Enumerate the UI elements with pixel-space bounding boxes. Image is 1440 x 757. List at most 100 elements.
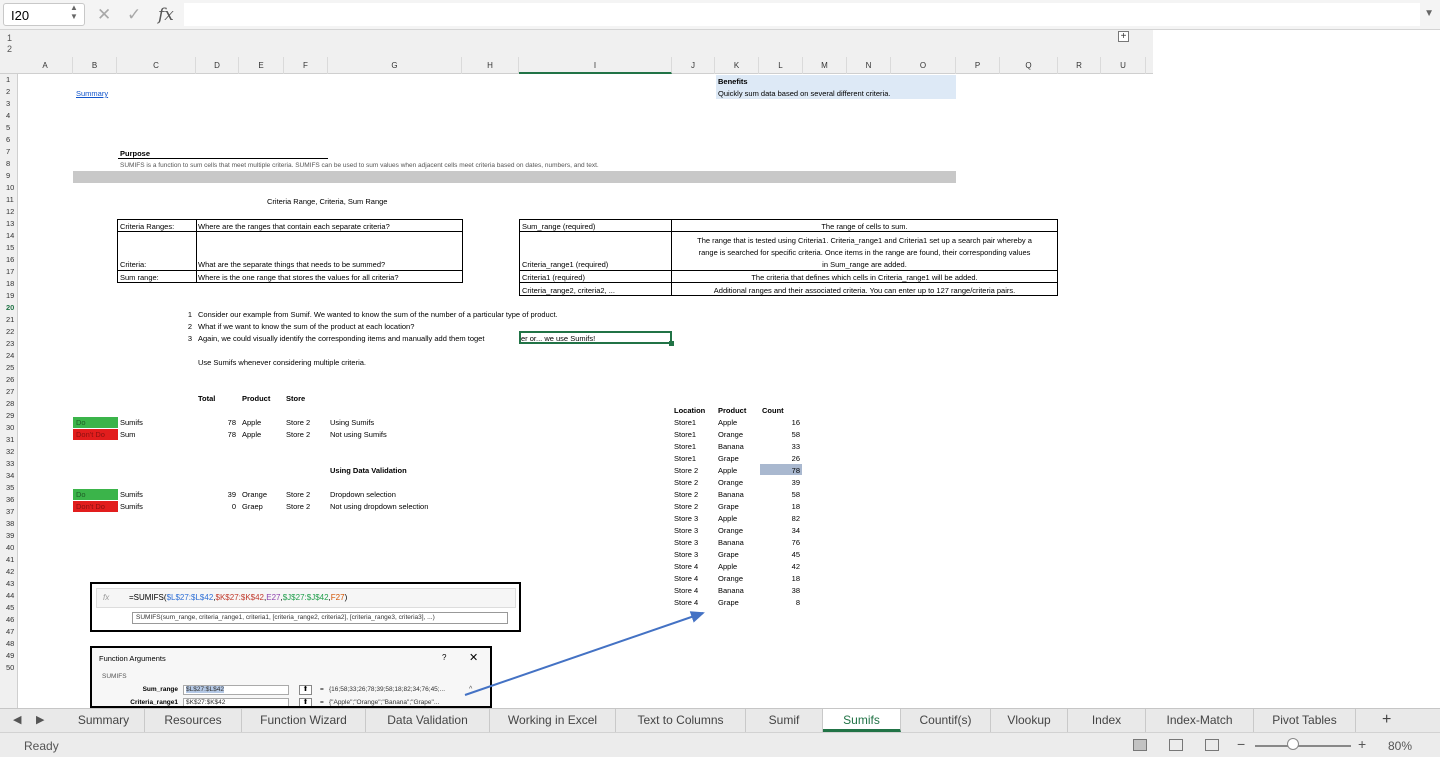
row-header-19[interactable]: 19 — [0, 290, 17, 302]
row-header-27[interactable]: 27 — [0, 386, 17, 398]
row-header-28[interactable]: 28 — [0, 398, 17, 410]
normal-view-icon[interactable] — [1133, 739, 1147, 751]
row-header-48[interactable]: 48 — [0, 638, 17, 650]
row-header-37[interactable]: 37 — [0, 506, 17, 518]
row-header-13[interactable]: 13 — [0, 218, 17, 230]
sheet-tab-data-validation[interactable]: Data Validation — [366, 709, 490, 732]
column-header-c[interactable]: C — [117, 57, 196, 74]
sheet-tab-sumif[interactable]: Sumif — [746, 709, 823, 732]
row-header-14[interactable]: 14 — [0, 230, 17, 242]
row-header-10[interactable]: 10 — [0, 182, 17, 194]
row-header-32[interactable]: 32 — [0, 446, 17, 458]
zoom-slider-track[interactable] — [1255, 745, 1351, 747]
column-header-q[interactable]: Q — [1000, 57, 1058, 74]
sheet-tab-vlookup[interactable]: Vlookup — [991, 709, 1068, 732]
expand-formula-bar-icon[interactable]: ▼ — [1424, 8, 1434, 19]
row-header-30[interactable]: 30 — [0, 422, 17, 434]
sheet-tab-sumifs[interactable]: Sumifs — [823, 709, 901, 732]
zoom-out-icon[interactable]: − — [1237, 736, 1245, 752]
row-header-15[interactable]: 15 — [0, 242, 17, 254]
sheet-tab-resources[interactable]: Resources — [145, 709, 242, 732]
next-sheet-icon[interactable]: ▶ — [36, 713, 44, 726]
outline-level-2-button[interactable]: 2 — [7, 44, 12, 54]
row-header-7[interactable]: 7 — [0, 146, 17, 158]
column-header-n[interactable]: N — [847, 57, 891, 74]
sheet-tab-summary[interactable]: Summary — [63, 709, 145, 732]
expand-group-icon[interactable]: + — [1118, 31, 1129, 42]
page-layout-view-icon[interactable] — [1169, 739, 1183, 751]
row-header-35[interactable]: 35 — [0, 482, 17, 494]
row-header-47[interactable]: 47 — [0, 626, 17, 638]
row-header-25[interactable]: 25 — [0, 362, 17, 374]
row-header-16[interactable]: 16 — [0, 254, 17, 266]
sheet-tab-index[interactable]: Index — [1068, 709, 1146, 732]
prev-sheet-icon[interactable]: ◀ — [13, 713, 21, 726]
column-header-i[interactable]: I — [519, 57, 672, 74]
page-break-view-icon[interactable] — [1205, 739, 1219, 751]
sheet-tab-pivot-tables[interactable]: Pivot Tables — [1254, 709, 1356, 732]
cancel-icon[interactable]: ✕ — [97, 5, 111, 25]
column-header-e[interactable]: E — [239, 57, 284, 74]
column-header-l[interactable]: L — [759, 57, 803, 74]
row-header-8[interactable]: 8 — [0, 158, 17, 170]
row-header-5[interactable]: 5 — [0, 122, 17, 134]
sheet-tab-index-match[interactable]: Index-Match — [1146, 709, 1254, 732]
row-header-2[interactable]: 2 — [0, 86, 17, 98]
name-box-stepper-icon[interactable]: ▲ ▼ — [70, 3, 78, 21]
row-header-29[interactable]: 29 — [0, 410, 17, 422]
sheet-tab-function-wizard[interactable]: Function Wizard — [242, 709, 366, 732]
zoom-in-icon[interactable]: + — [1358, 736, 1366, 752]
column-header-b[interactable]: B — [73, 57, 117, 74]
row-header-11[interactable]: 11 — [0, 194, 17, 206]
confirm-icon[interactable]: ✓ — [127, 5, 141, 25]
summary-link[interactable]: Summary — [76, 88, 108, 99]
row-header-4[interactable]: 4 — [0, 110, 17, 122]
column-header-u[interactable]: U — [1101, 57, 1146, 74]
fill-handle[interactable] — [669, 341, 674, 346]
row-header-41[interactable]: 41 — [0, 554, 17, 566]
column-header-h[interactable]: H — [462, 57, 519, 74]
column-header-m[interactable]: M — [803, 57, 847, 74]
column-header-r[interactable]: R — [1058, 57, 1101, 74]
row-header-23[interactable]: 23 — [0, 338, 17, 350]
row-header-3[interactable]: 3 — [0, 98, 17, 110]
row-header-50[interactable]: 50 — [0, 662, 17, 674]
column-header-p[interactable]: P — [956, 57, 1000, 74]
add-sheet-icon[interactable]: + — [1382, 711, 1391, 729]
zoom-slider-thumb[interactable] — [1287, 738, 1300, 750]
insert-function-icon[interactable]: fx — [158, 5, 174, 25]
row-header-40[interactable]: 40 — [0, 542, 17, 554]
row-header-12[interactable]: 12 — [0, 206, 17, 218]
row-header-20[interactable]: 20 — [0, 302, 17, 314]
row-header-34[interactable]: 34 — [0, 470, 17, 482]
row-header-1[interactable]: 1 — [0, 74, 17, 86]
row-header-45[interactable]: 45 — [0, 602, 17, 614]
row-header-21[interactable]: 21 — [0, 314, 17, 326]
column-header-g[interactable]: G — [328, 57, 462, 74]
row-header-6[interactable]: 6 — [0, 134, 17, 146]
row-header-26[interactable]: 26 — [0, 374, 17, 386]
row-header-42[interactable]: 42 — [0, 566, 17, 578]
column-header-f[interactable]: F — [284, 57, 328, 74]
row-header-44[interactable]: 44 — [0, 590, 17, 602]
column-header-o[interactable]: O — [891, 57, 956, 74]
sheet-tab-text-to-columns[interactable]: Text to Columns — [616, 709, 746, 732]
formula-input[interactable] — [184, 3, 1420, 26]
sheet-tab-working-in-excel[interactable]: Working in Excel — [490, 709, 616, 732]
row-header-22[interactable]: 22 — [0, 326, 17, 338]
column-header-d[interactable]: D — [196, 57, 239, 74]
row-header-24[interactable]: 24 — [0, 350, 17, 362]
column-header-k[interactable]: K — [715, 57, 759, 74]
row-header-9[interactable]: 9 — [0, 170, 17, 182]
row-header-38[interactable]: 38 — [0, 518, 17, 530]
sheet-tab-countif-s[interactable]: Countif(s) — [901, 709, 991, 732]
row-header-43[interactable]: 43 — [0, 578, 17, 590]
row-header-31[interactable]: 31 — [0, 434, 17, 446]
row-header-17[interactable]: 17 — [0, 266, 17, 278]
column-header-a[interactable]: A — [18, 57, 73, 74]
row-header-49[interactable]: 49 — [0, 650, 17, 662]
row-header-18[interactable]: 18 — [0, 278, 17, 290]
column-header-j[interactable]: J — [672, 57, 715, 74]
row-header-39[interactable]: 39 — [0, 530, 17, 542]
outline-level-1-button[interactable]: 1 — [7, 33, 12, 43]
